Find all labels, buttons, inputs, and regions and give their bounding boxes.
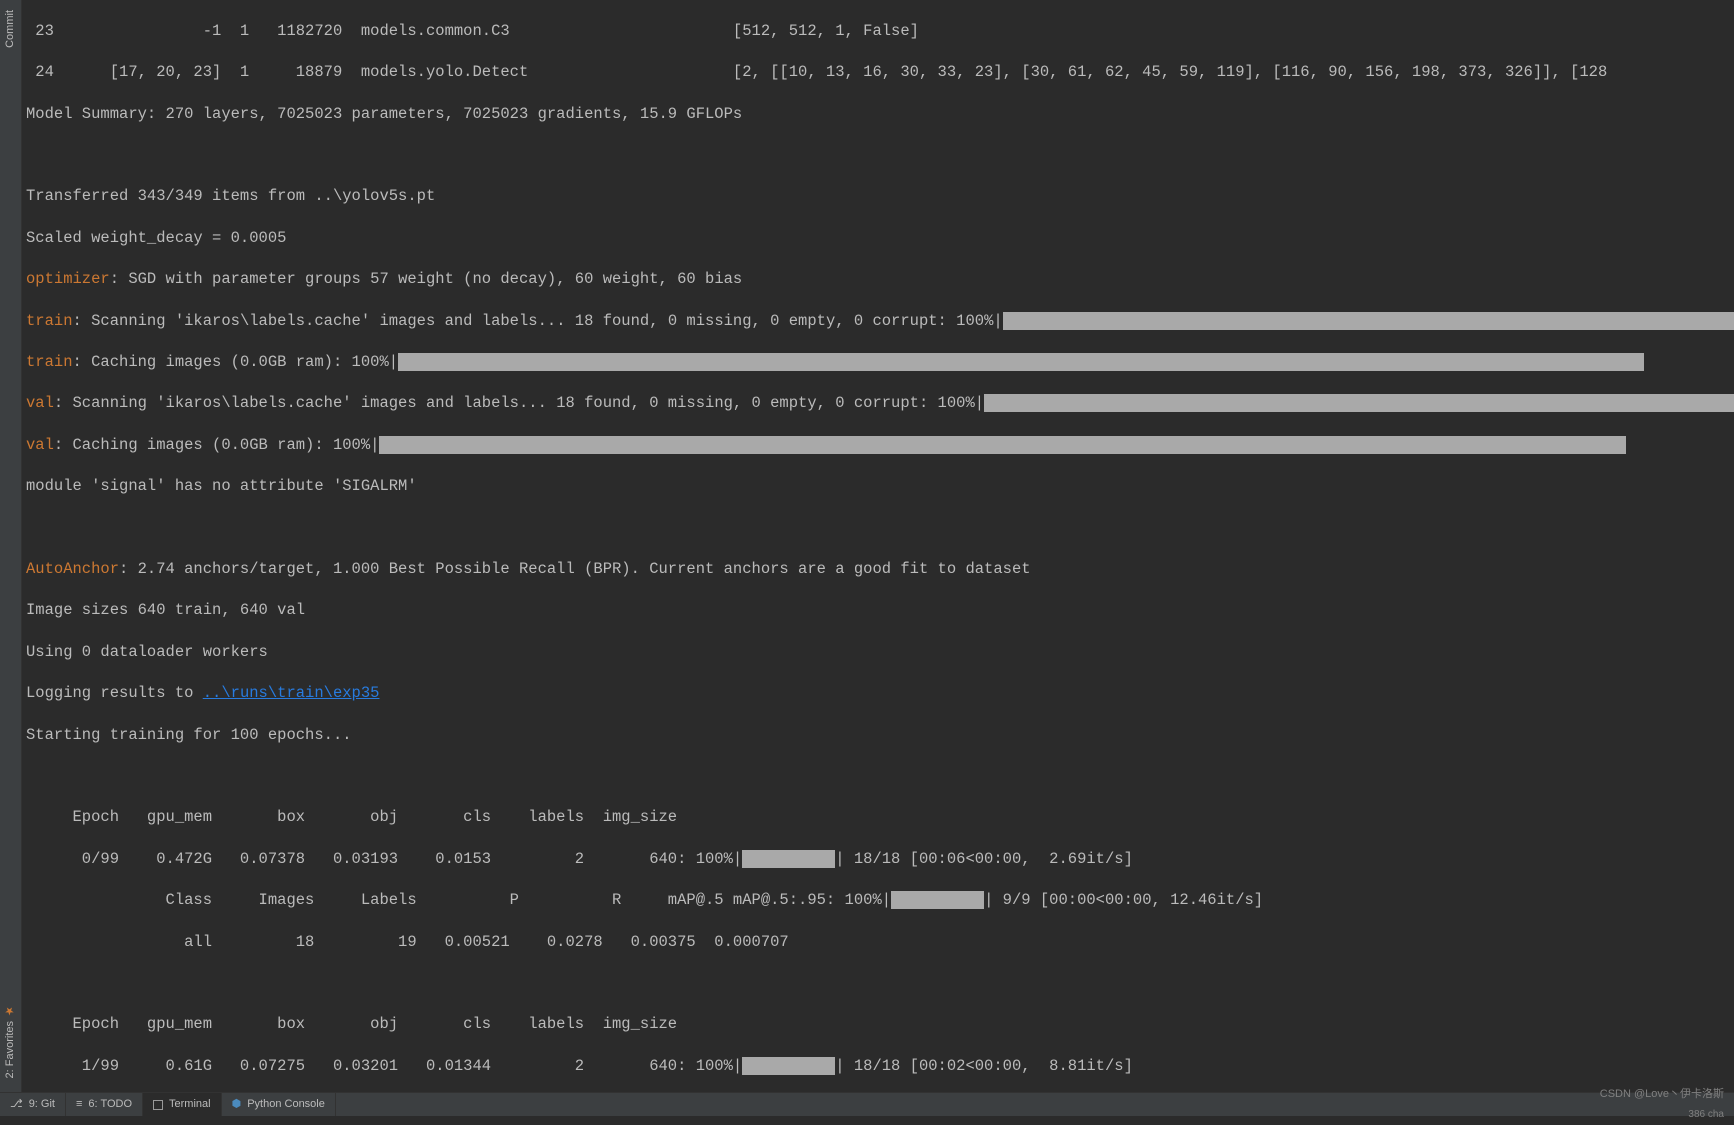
- output-line: [26, 973, 1730, 994]
- output-line: [26, 518, 1730, 539]
- output-line: Starting training for 100 epochs...: [26, 725, 1730, 746]
- output-line: train: Caching images (0.0GB ram): 100%|: [26, 352, 1730, 373]
- output-line: Model Summary: 270 layers, 7025023 param…: [26, 104, 1730, 125]
- terminal-label: Terminal: [169, 1094, 211, 1115]
- python-icon: ⬢: [232, 1094, 242, 1115]
- todo-toolwindow-tab[interactable]: ≡ 6: TODO: [66, 1093, 143, 1116]
- output-line: 24 [17, 20, 23] 1 18879 models.yolo.Dete…: [26, 62, 1730, 83]
- terminal-toolwindow-tab[interactable]: Terminal: [143, 1093, 222, 1116]
- terminal-output[interactable]: 23 -1 1 1182720 models.common.C3 [512, 5…: [22, 0, 1734, 1092]
- output-line: Epoch gpu_mem box obj cls labels img_siz…: [26, 807, 1730, 828]
- output-line: optimizer: SGD with parameter groups 57 …: [26, 269, 1730, 290]
- favorites-toolwindow-tab[interactable]: 2: Favorites★: [0, 998, 21, 1084]
- results-path-link[interactable]: ..\runs\train\exp35: [203, 684, 380, 702]
- output-line: Using 0 dataloader workers: [26, 642, 1730, 663]
- output-line: train: Scanning 'ikaros\labels.cache' im…: [26, 311, 1730, 332]
- git-label: 9: Git: [29, 1094, 55, 1115]
- output-line: [26, 145, 1730, 166]
- output-line: val: Caching images (0.0GB ram): 100%|: [26, 435, 1730, 456]
- todo-label: 6: TODO: [88, 1094, 132, 1115]
- python-console-toolwindow-tab[interactable]: ⬢ Python Console: [222, 1093, 336, 1116]
- output-line: all 18 19 0.00521 0.0278 0.00375 0.00070…: [26, 932, 1730, 953]
- output-line: Epoch gpu_mem box obj cls labels img_siz…: [26, 1014, 1730, 1035]
- list-icon: ≡: [76, 1094, 82, 1115]
- commit-label: Commit: [0, 10, 21, 48]
- output-line: Image sizes 640 train, 640 val: [26, 600, 1730, 621]
- left-toolwindow-bar: Commit 2: Favorites★: [0, 0, 22, 1092]
- watermark-text: CSDN @Love丶伊卡洛斯 386 cha: [1600, 1084, 1734, 1125]
- favorites-label: 2: Favorites: [0, 1021, 21, 1078]
- output-line: Class Images Labels P R mAP@.5 mAP@.5:.9…: [26, 890, 1730, 911]
- output-line: 0/99 0.472G 0.07378 0.03193 0.0153 2 640…: [26, 849, 1730, 870]
- git-toolwindow-tab[interactable]: ⎇ 9: Git: [0, 1093, 66, 1116]
- bottom-toolwindow-bar: ⎇ 9: Git ≡ 6: TODO Terminal ⬢ Python Con…: [0, 1092, 1734, 1116]
- output-line: val: Scanning 'ikaros\labels.cache' imag…: [26, 393, 1730, 414]
- output-line: 1/99 0.61G 0.07275 0.03201 0.01344 2 640…: [26, 1056, 1730, 1077]
- output-line: AutoAnchor: 2.74 anchors/target, 1.000 B…: [26, 559, 1730, 580]
- branch-icon: ⎇: [10, 1094, 23, 1115]
- commit-toolwindow-tab[interactable]: Commit: [0, 4, 21, 54]
- output-line: Scaled weight_decay = 0.0005: [26, 228, 1730, 249]
- output-line: Transferred 343/349 items from ..\yolov5…: [26, 186, 1730, 207]
- output-line: [26, 766, 1730, 787]
- python-console-label: Python Console: [247, 1094, 325, 1115]
- output-line: 23 -1 1 1182720 models.common.C3 [512, 5…: [26, 21, 1730, 42]
- output-line: Logging results to ..\runs\train\exp35: [26, 683, 1730, 704]
- terminal-icon: [153, 1100, 163, 1110]
- output-line: module 'signal' has no attribute 'SIGALR…: [26, 476, 1730, 497]
